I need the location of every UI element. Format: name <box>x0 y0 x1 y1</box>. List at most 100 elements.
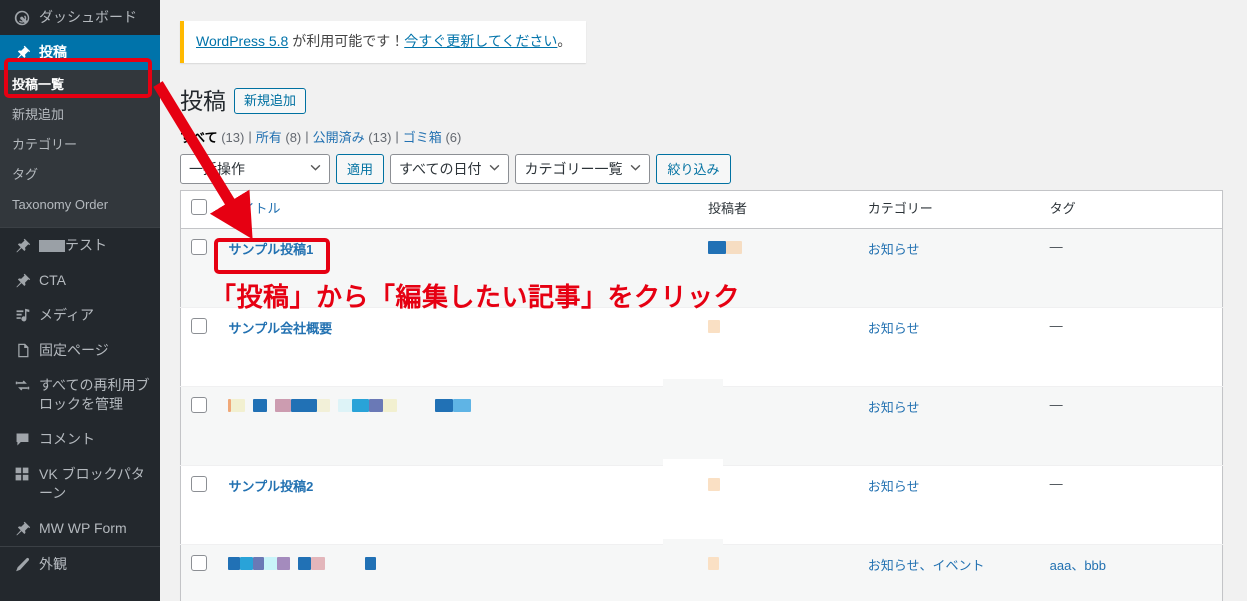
row-checkbox-cell <box>180 227 219 308</box>
redacted-block <box>435 398 454 412</box>
dashboard-icon <box>10 9 34 27</box>
date-filter-select[interactable]: すべての日付 <box>390 153 510 184</box>
redacted-author-block <box>707 319 720 333</box>
redacted-block <box>231 398 246 412</box>
redacted-block <box>228 556 241 570</box>
column-header-title-link[interactable]: タイトル <box>228 201 280 216</box>
row-checkbox[interactable] <box>191 317 207 334</box>
status-link-all-count: (13) <box>221 129 245 145</box>
sidebar-subitem-taxonomy-order[interactable]: Taxonomy Order <box>0 190 160 220</box>
sidebar-item-label: メディア <box>39 307 95 323</box>
pin-icon <box>10 44 34 61</box>
row-checkbox[interactable] <box>191 475 207 492</box>
redacted-post-title[interactable] <box>228 555 377 570</box>
sidebar-item-appearance[interactable]: 外観 <box>0 546 160 582</box>
sidebar-subitem-add-new[interactable]: 新規追加 <box>0 100 160 130</box>
row-checkbox[interactable] <box>191 238 207 255</box>
row-checkbox[interactable] <box>191 396 207 413</box>
redacted-post-title[interactable] <box>228 397 472 412</box>
sidebar-item-vk-block-patterns[interactable]: VK ブロックパターン <box>0 457 160 511</box>
redacted-block <box>311 556 326 570</box>
sidebar-item-label: 投稿 <box>39 44 67 60</box>
wordpress-version-link[interactable]: WordPress 5.8 <box>196 33 288 49</box>
row-title-cell <box>218 543 698 601</box>
redacted-block <box>253 398 268 412</box>
sidebar-item-dashboard[interactable]: ダッシュボード <box>0 0 160 35</box>
redacted-text-block <box>39 240 65 253</box>
tags-value[interactable]: aaa、bbb <box>1050 558 1106 573</box>
update-notice: WordPress 5.8 が利用可能です！今すぐ更新してください。 <box>180 21 586 63</box>
status-link-all-label[interactable]: すべて <box>180 130 218 145</box>
apply-bulk-action-button[interactable]: 適用 <box>336 153 385 184</box>
comment-icon <box>10 431 34 448</box>
row-tags-cell: aaa、bbb <box>1039 543 1223 601</box>
redacted-author-block <box>707 240 726 254</box>
sidebar-item-mw-wp-form[interactable]: MW WP Form <box>0 511 160 546</box>
redacted-block <box>240 556 254 570</box>
redacted-author-block <box>707 556 719 570</box>
row-category-cell: お知らせ、イベント <box>857 543 1040 601</box>
sidebar-subitem-all-posts[interactable]: 投稿一覧 <box>0 70 160 100</box>
status-link-trash[interactable]: ゴミ箱 (6) <box>403 127 462 146</box>
row-checkbox[interactable] <box>191 554 207 571</box>
redaction-patch <box>663 539 723 555</box>
redacted-author-block <box>725 240 742 254</box>
row-category-cell: お知らせ <box>857 227 1040 308</box>
sidebar-item-reusable-blocks[interactable]: すべての再利用ブロックを管理 <box>0 368 160 422</box>
sidebar-item-cta[interactable]: CTA <box>0 263 160 298</box>
status-link-published[interactable]: 公開済み (13) <box>313 127 392 146</box>
add-new-post-button[interactable]: 新規追加 <box>234 88 307 115</box>
sidebar-item-media[interactable]: メディア <box>0 298 160 333</box>
row-tags-cell: — <box>1039 385 1223 466</box>
sidebar-item-pages[interactable]: 固定ページ <box>0 333 160 368</box>
grid-icon <box>10 466 34 482</box>
row-category-cell: お知らせ <box>857 464 1040 545</box>
post-title-link[interactable]: サンプル投稿2 <box>228 479 313 494</box>
category-link[interactable]: お知らせ <box>868 479 920 494</box>
sidebar-subitem-tags[interactable]: タグ <box>0 160 160 190</box>
category-link[interactable]: お知らせ <box>868 400 920 415</box>
filter-submit-button[interactable]: 絞り込み <box>656 153 731 184</box>
update-now-link[interactable]: 今すぐ更新してください <box>404 33 557 49</box>
sidebar-item-label: コメント <box>39 431 95 447</box>
sidebar-item-posts[interactable]: 投稿 <box>0 35 168 70</box>
category-link[interactable]: お知らせ <box>868 242 920 257</box>
status-link-mine[interactable]: 所有 (8) <box>256 127 302 146</box>
status-link-trash-label[interactable]: ゴミ箱 <box>403 130 442 145</box>
row-title-cell: サンプル会社概要 <box>218 306 698 387</box>
redacted-block <box>317 398 331 412</box>
tags-value: — <box>1049 475 1063 491</box>
redacted-block <box>453 398 472 412</box>
post-status-filter-links: すべて (13) | 所有 (8) | 公開済み (13) | ゴミ箱 (6) <box>180 127 1227 146</box>
post-title-link[interactable]: サンプル会社概要 <box>228 321 332 336</box>
status-link-published-label[interactable]: 公開済み <box>313 130 365 145</box>
notice-middle-text: が利用可能です！ <box>288 33 405 49</box>
row-author-cell <box>697 306 858 387</box>
sidebar-item-label: MW WP Form <box>39 520 127 536</box>
table-navigation-top: 一括操作 適用 すべての日付 カテゴリー一覧 絞り込み <box>180 153 1227 184</box>
category-link[interactable]: お知らせ、イベント <box>868 558 985 573</box>
chevron-down-icon <box>630 164 641 174</box>
redacted-author-block <box>707 477 720 491</box>
status-link-published-count: (13) <box>368 129 392 145</box>
admin-sidebar: ダッシュボード 投稿 投稿一覧 新規追加 カテゴリー タグ Taxonomy O… <box>0 0 168 601</box>
sidebar-item-comments[interactable]: コメント <box>0 422 160 457</box>
notice-tail-text: 。 <box>557 33 572 49</box>
select-all-checkbox[interactable] <box>191 198 207 215</box>
sidebar-item-test[interactable]: テスト <box>0 227 160 263</box>
sidebar-item-label: VK ブロックパターン <box>39 466 145 501</box>
sidebar-item-label: CTA <box>39 272 66 288</box>
row-checkbox-cell <box>180 464 219 545</box>
sidebar-subitem-categories[interactable]: カテゴリー <box>0 130 160 160</box>
category-filter-select[interactable]: カテゴリー一覧 <box>515 153 651 184</box>
table-header-row: タイトル 投稿者 カテゴリー タグ <box>180 190 1223 229</box>
category-link[interactable]: お知らせ <box>868 321 920 336</box>
status-link-mine-label[interactable]: 所有 <box>256 130 282 145</box>
status-link-all[interactable]: すべて (13) <box>180 127 244 146</box>
tags-value: — <box>1049 396 1063 412</box>
post-title-link[interactable]: サンプル投稿1 <box>228 242 313 257</box>
redacted-block <box>365 556 377 570</box>
row-title-cell: サンプル投稿1 <box>218 227 698 308</box>
pin-icon <box>10 520 34 537</box>
bulk-action-select[interactable]: 一括操作 <box>180 153 330 184</box>
